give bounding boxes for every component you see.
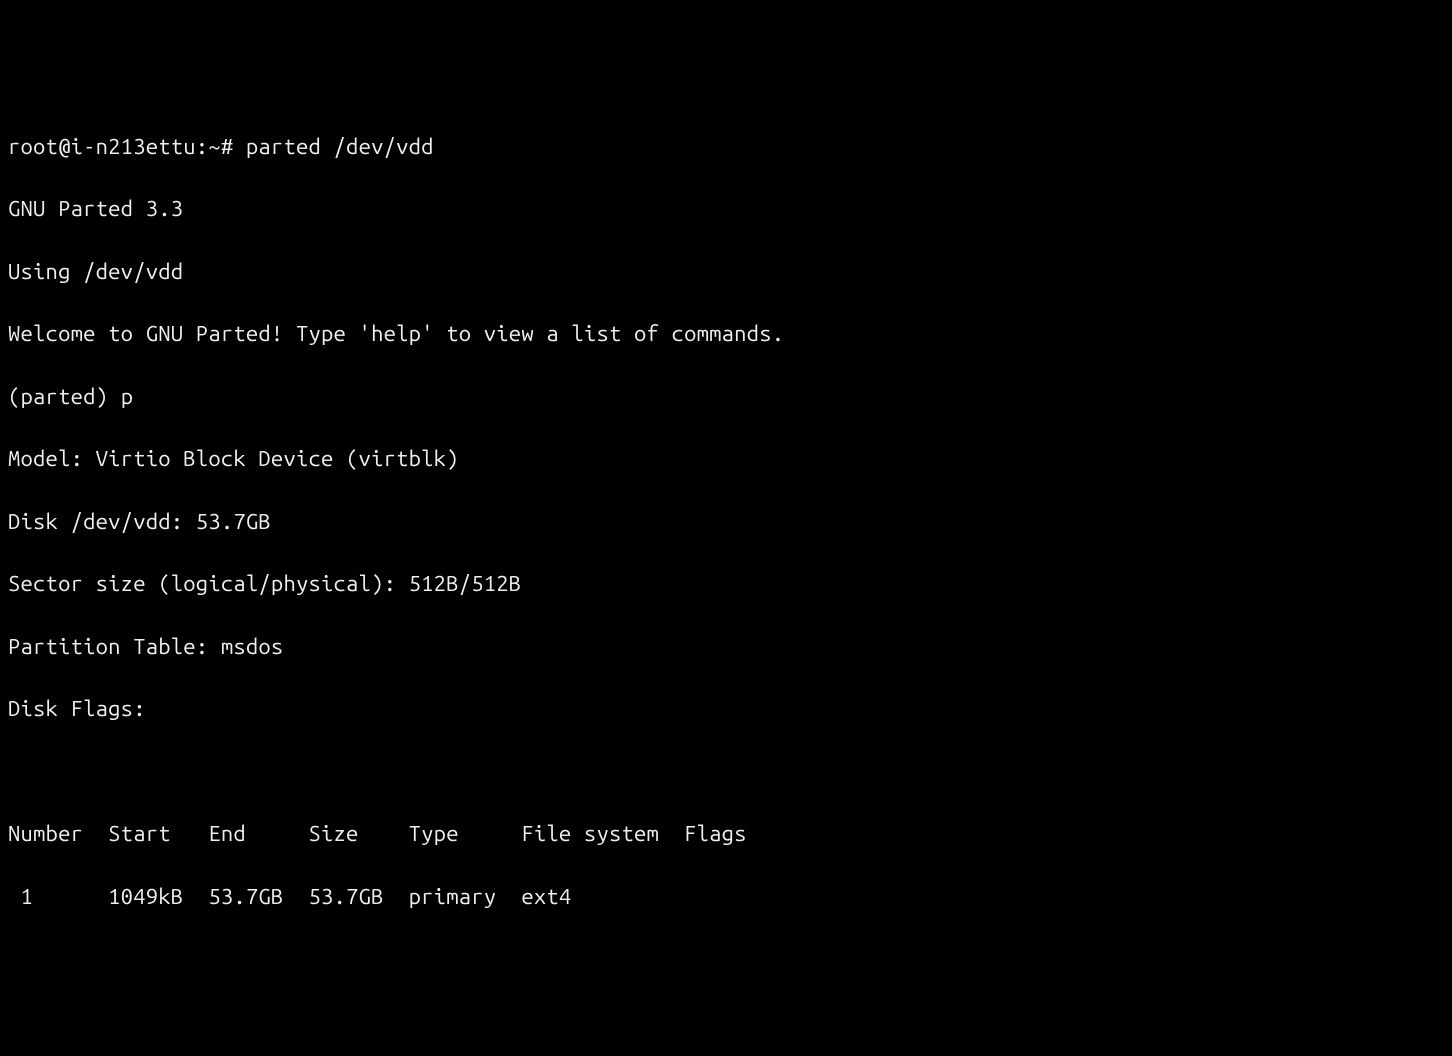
shell-command[interactable]: parted /dev/vdd — [246, 134, 434, 159]
parted-version: GNU Parted 3.3 — [8, 193, 1444, 224]
parted-sector: Sector size (logical/physical): 512B/512… — [8, 568, 1444, 599]
parted-welcome: Welcome to GNU Parted! Type 'help' to vi… — [8, 318, 1444, 349]
parted-subcommand[interactable]: p — [121, 384, 134, 409]
parted-ptable: Partition Table: msdos — [8, 631, 1444, 662]
parted-prompt-line: (parted) p — [8, 381, 1444, 412]
shell-prompt: root@i-n213ettu:~# — [8, 134, 246, 159]
partition-table-header: Number Start End Size Type File system F… — [8, 818, 1444, 849]
parted-prompt: (parted) — [8, 384, 121, 409]
partition-table-row: 1 1049kB 53.7GB 53.7GB primary ext4 — [8, 881, 1444, 912]
shell-line: root@i-n213ettu:~# parted /dev/vdd — [8, 131, 1444, 162]
parted-disk: Disk /dev/vdd: 53.7GB — [8, 506, 1444, 537]
blank-line — [8, 756, 1444, 787]
parted-using: Using /dev/vdd — [8, 256, 1444, 287]
parted-model: Model: Virtio Block Device (virtblk) — [8, 443, 1444, 474]
parted-flags: Disk Flags: — [8, 693, 1444, 724]
